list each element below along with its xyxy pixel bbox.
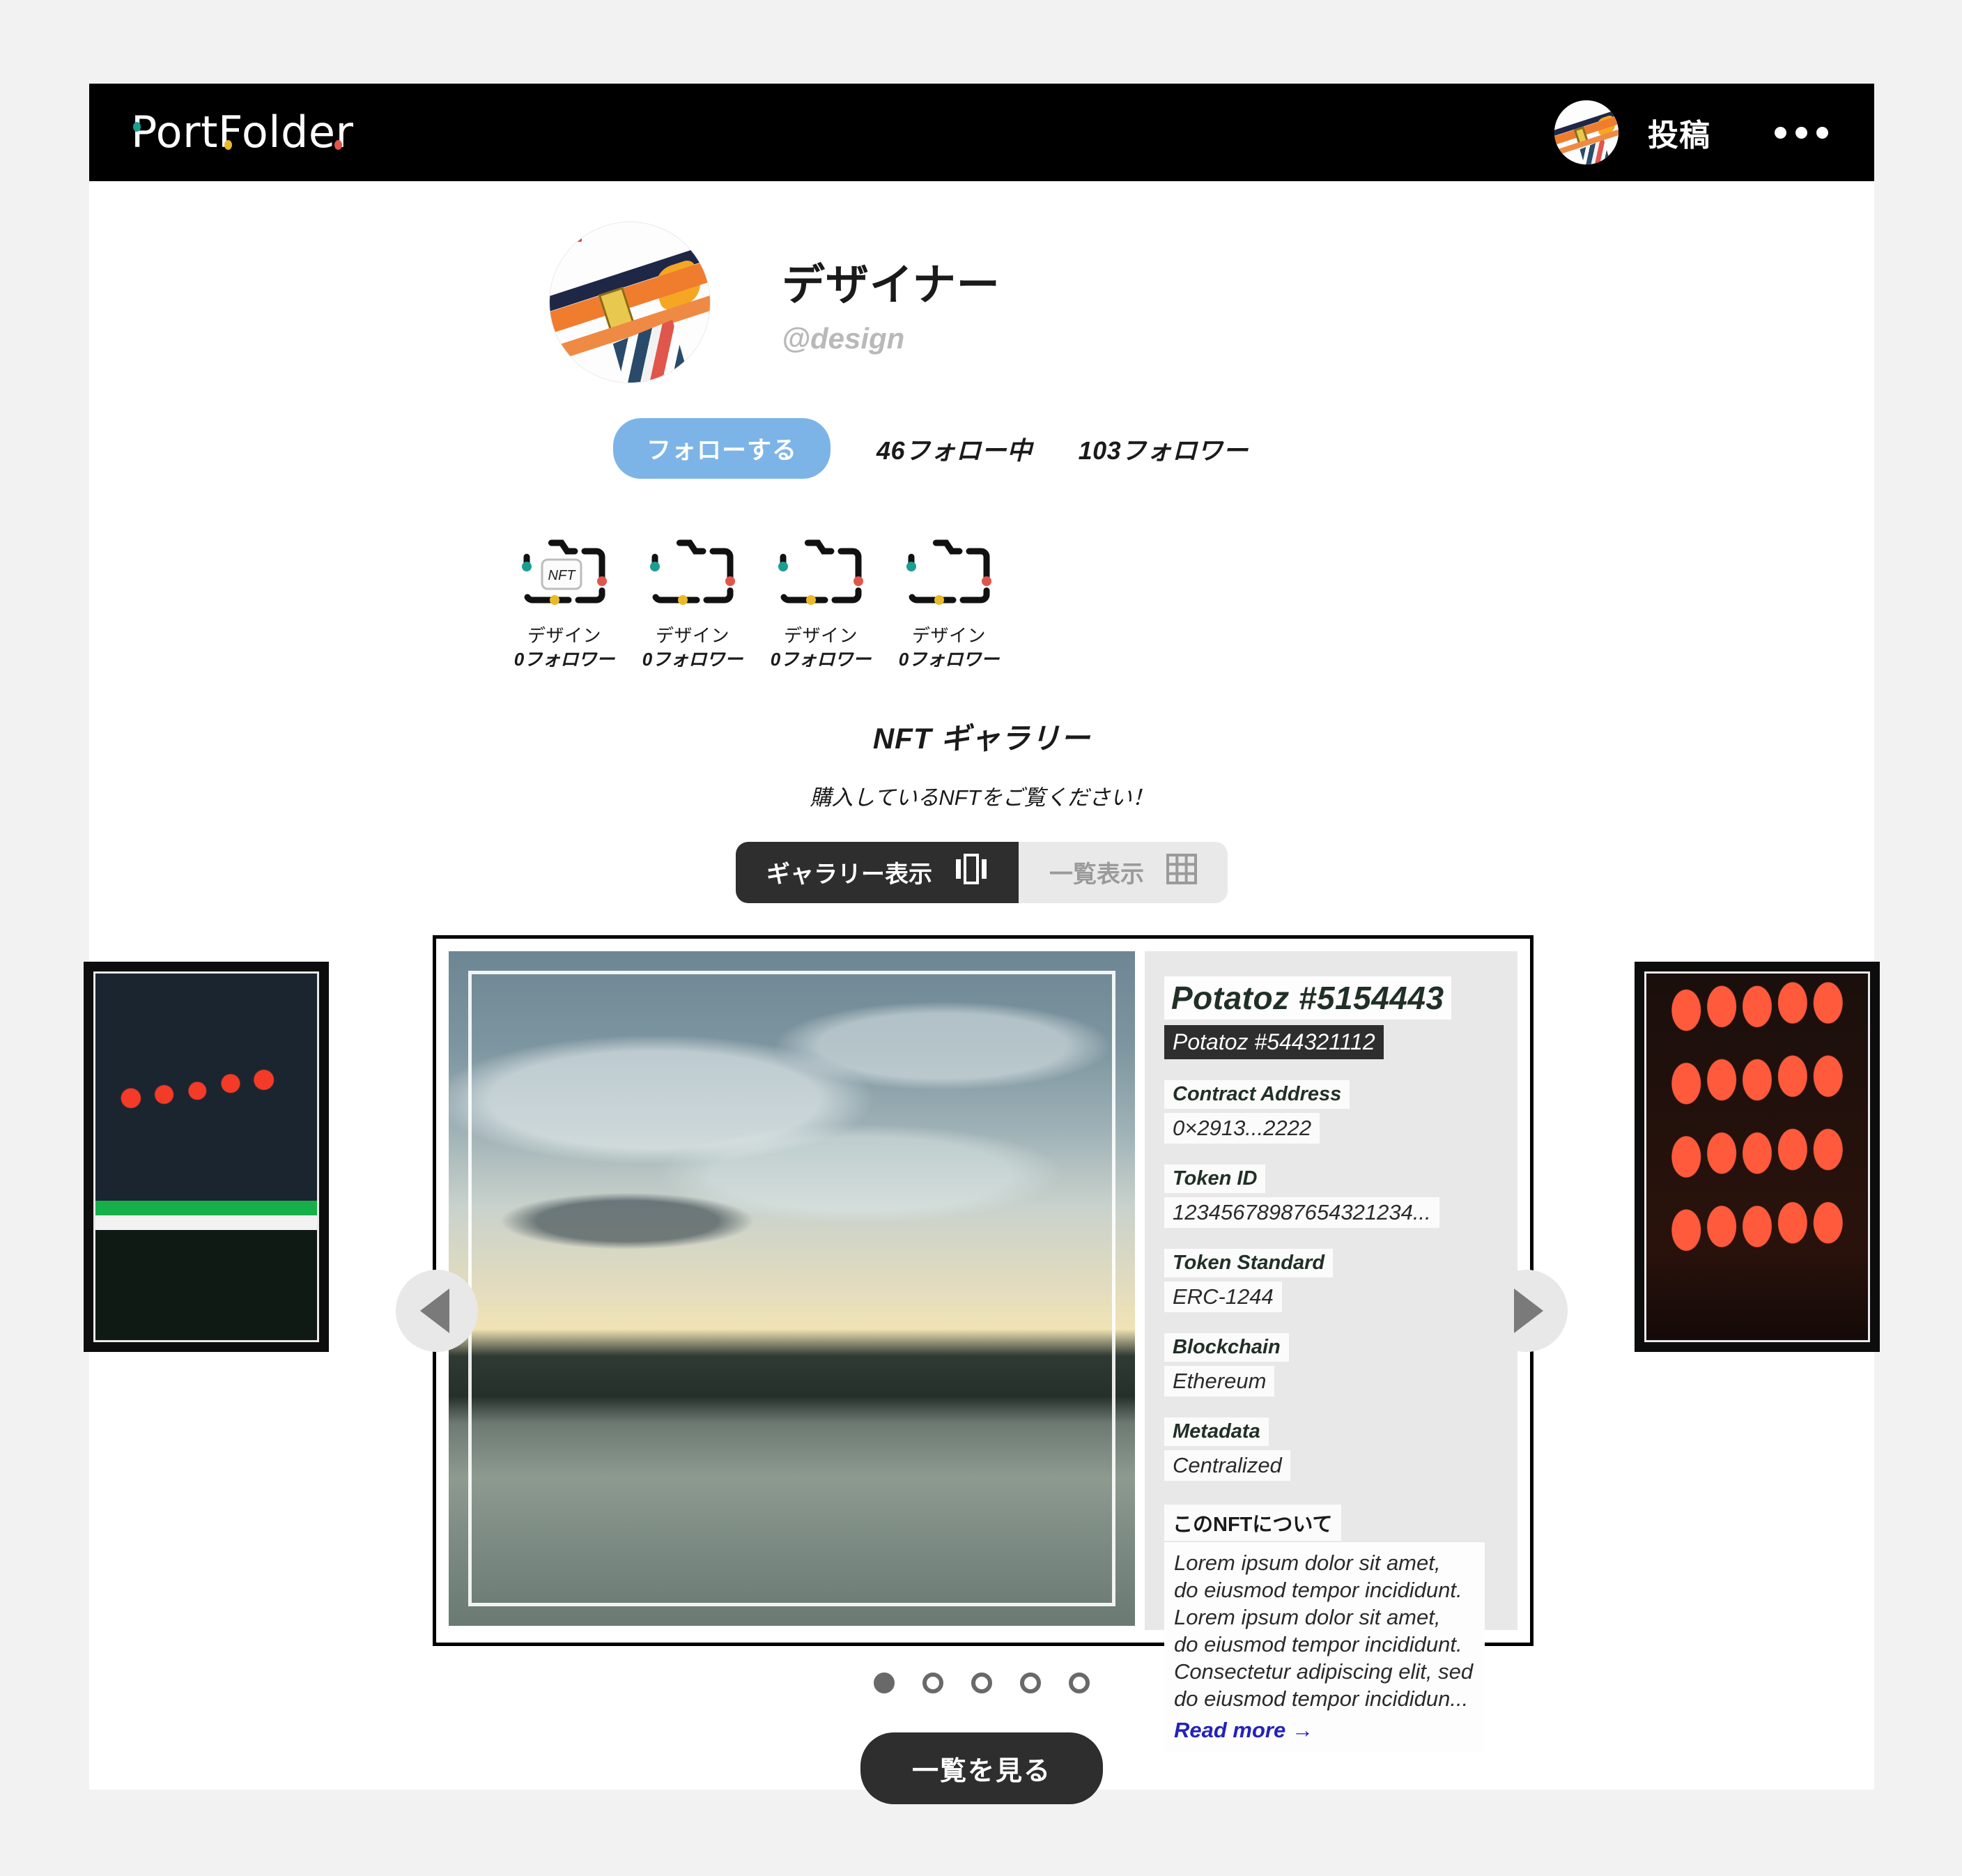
field-value: 0×2913...2222: [1164, 1112, 1320, 1144]
folder-name: デザイン: [655, 625, 729, 646]
logo-dot-red-icon: [334, 140, 342, 150]
app-logo-text: PortFolder: [131, 107, 354, 157]
field-label: Metadata: [1164, 1417, 1269, 1446]
followers-count[interactable]: 103フォロワー: [1079, 431, 1249, 467]
about-body: Lorem ipsum dolor sit amet, do eiusmod t…: [1164, 1541, 1485, 1753]
nft-field-metadata: Metadata Centralized: [1164, 1417, 1490, 1481]
field-value: Ethereum: [1164, 1365, 1275, 1397]
carousel-dot-5[interactable]: [1069, 1672, 1090, 1693]
field-label: Blockchain: [1164, 1332, 1289, 1362]
profile-header-row: デザイナー @design: [89, 222, 1874, 383]
view-all-button[interactable]: 一覧を見る: [860, 1732, 1103, 1804]
nft-field-token-id: Token ID 12345678987654321234...: [1164, 1164, 1490, 1228]
folder-name: デザイン: [527, 625, 601, 646]
grid-view-icon: [1166, 854, 1197, 891]
tab-list-view-label: 一覧表示: [1049, 861, 1144, 889]
field-label: Token ID: [1164, 1164, 1266, 1193]
folder-followers: 0フォロワー: [642, 649, 743, 670]
folder-icon: [903, 533, 995, 608]
folder-item[interactable]: デザイン 0フォロワー: [757, 533, 885, 672]
field-value: Centralized: [1164, 1450, 1290, 1481]
about-line: do eiusmod tempor incididunt.: [1174, 1631, 1462, 1656]
folder-icon: [647, 533, 739, 608]
follow-button[interactable]: フォローする: [613, 418, 831, 479]
view-toggle-wrapper: ギャラリー表示 一覧表示: [89, 841, 1874, 903]
view-toggle: ギャラリー表示 一覧表示: [736, 841, 1228, 903]
read-more-link[interactable]: Read more →: [1174, 1718, 1313, 1743]
following-count[interactable]: 46フォロー中: [876, 431, 1033, 467]
carousel-dot-2[interactable]: [922, 1672, 943, 1693]
folder-followers: 0フォロワー: [770, 649, 872, 670]
carousel-next-button[interactable]: [1485, 1269, 1568, 1352]
profile-display-name: デザイナー: [782, 261, 1001, 309]
more-menu-icon[interactable]: [1775, 126, 1841, 139]
nft-field-token-standard: Token Standard ERC-1244: [1164, 1248, 1490, 1312]
folder-icon: [775, 533, 867, 608]
lantern-wall-photo: [1644, 971, 1870, 1342]
carousel-dot-3[interactable]: [971, 1672, 992, 1693]
tab-gallery-view-label: ギャラリー表示: [766, 861, 932, 889]
nft-main-image[interactable]: [449, 951, 1135, 1626]
top-navigation-bar: PortFolder 投稿: [89, 84, 1874, 181]
field-label: Contract Address: [1164, 1079, 1350, 1109]
nft-badge-label: NFT: [548, 568, 577, 583]
folder-name: デザイン: [783, 625, 858, 646]
profile-avatar[interactable]: [549, 222, 711, 383]
carousel-pagination: [89, 1672, 1874, 1693]
profile-stats-row: フォローする 46フォロー中 103フォロワー: [89, 418, 1874, 479]
folder-name: デザイン: [911, 625, 986, 646]
about-line: Lorem ipsum dolor sit amet,: [1174, 1550, 1441, 1575]
nft-field-contract-address: Contract Address 0×2913...2222: [1164, 1079, 1490, 1144]
folder-item[interactable]: デザイン 0フォロワー: [628, 533, 757, 672]
logo-dot-teal-icon: [133, 122, 141, 132]
tab-gallery-view[interactable]: ギャラリー表示: [736, 841, 1019, 903]
tab-list-view[interactable]: 一覧表示: [1019, 841, 1228, 903]
about-line: do eiusmod tempor incididun...: [1174, 1686, 1469, 1711]
river-sunset-photo: [449, 951, 1135, 1626]
gallery-title: NFT ギャラリー: [872, 721, 1091, 755]
about-line: Consectetur adipiscing elit, sed: [1174, 1659, 1474, 1684]
carousel-preview-previous[interactable]: [84, 961, 329, 1352]
profile-handle: @design: [782, 322, 905, 355]
folder-item[interactable]: NFT デザイン 0フォロワー: [500, 533, 628, 672]
chevron-right-icon: [1514, 1288, 1543, 1333]
torii-gate-image: [1554, 100, 1619, 164]
post-link[interactable]: 投稿: [1648, 110, 1710, 155]
folder-followers: 0フォロワー: [898, 649, 1000, 670]
about-heading: このNFTについて: [1164, 1504, 1341, 1541]
app-logo[interactable]: PortFolder: [131, 111, 354, 154]
torii-gate-image: [550, 222, 710, 383]
nft-subtitle: Potatoz #544321112: [1164, 1024, 1384, 1059]
street-lanterns-photo: [93, 971, 319, 1342]
nft-about-section: このNFTについて Lorem ipsum dolor sit amet, do…: [1164, 1504, 1490, 1753]
folder-list: NFT デザイン 0フォロワー デザイン 0フォロワー デザイン 0フォロワー …: [89, 533, 1874, 672]
about-line: Lorem ipsum dolor sit amet,: [1174, 1604, 1441, 1629]
carousel-view-icon: [955, 854, 988, 891]
carousel-dot-1[interactable]: [874, 1672, 895, 1693]
chevron-left-icon: [420, 1288, 449, 1333]
carousel-preview-next[interactable]: [1635, 961, 1880, 1352]
nft-carousel: Potatoz #5154443 Potatoz #544321112 Cont…: [84, 935, 1880, 1753]
folder-followers: 0フォロワー: [513, 649, 615, 670]
profile-section: デザイナー @design フォローする 46フォロー中 103フォロワー NF…: [89, 181, 1874, 672]
field-value: ERC-1244: [1164, 1281, 1282, 1312]
field-label: Token Standard: [1164, 1248, 1334, 1277]
app-window: PortFolder 投稿 デザイナー @design フォローする 46フォロ…: [84, 84, 1880, 1804]
carousel-dot-4[interactable]: [1020, 1672, 1041, 1693]
about-line: do eiusmod tempor incididunt.: [1174, 1577, 1462, 1602]
profile-names: デザイナー @design: [782, 249, 1001, 355]
nft-folder-icon: NFT: [518, 533, 610, 608]
header-avatar[interactable]: [1554, 100, 1619, 164]
carousel-prev-button[interactable]: [396, 1269, 478, 1352]
logo-dot-yellow-icon: [224, 140, 232, 150]
nft-title: Potatoz #5154443: [1164, 976, 1451, 1020]
bottom-action-row: 一覧を見る: [89, 1732, 1874, 1804]
gallery-subtitle: 購入しているNFTをご覧ください！: [810, 785, 1154, 810]
nft-metadata-panel: Potatoz #5154443 Potatoz #544321112 Cont…: [1145, 951, 1517, 1753]
nft-detail-card: Potatoz #5154443 Potatoz #544321112 Cont…: [433, 935, 1534, 1753]
field-value: 12345678987654321234...: [1164, 1197, 1439, 1228]
nft-field-blockchain: Blockchain Ethereum: [1164, 1332, 1490, 1397]
folder-item[interactable]: デザイン 0フォロワー: [885, 533, 1013, 672]
